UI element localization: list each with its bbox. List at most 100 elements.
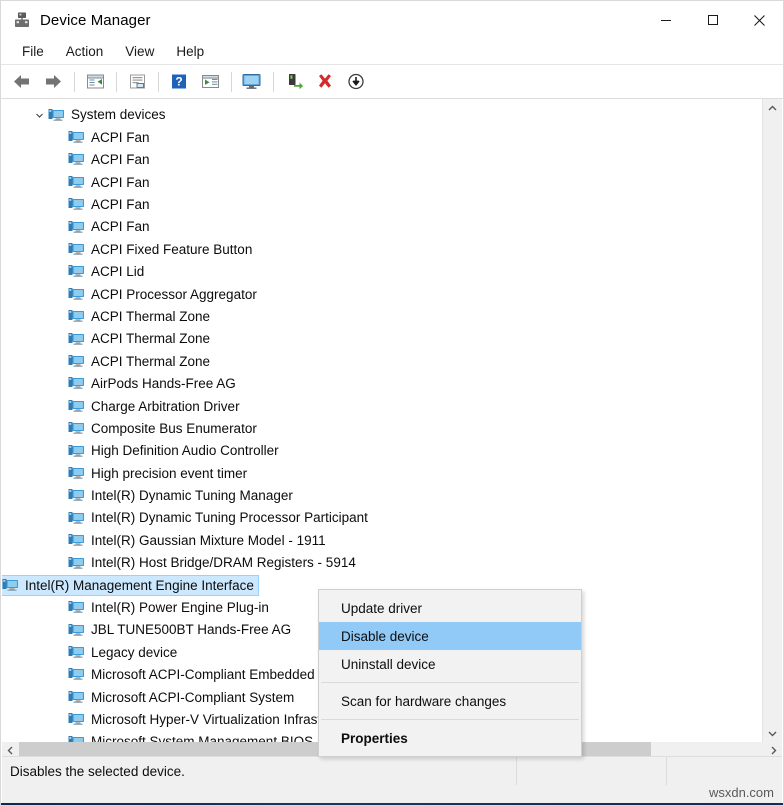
- tree-item-hit[interactable]: ACPI Lid: [2, 262, 148, 281]
- scroll-up-arrow-icon[interactable]: [763, 99, 782, 117]
- vertical-scrollbar[interactable]: [762, 99, 782, 742]
- tree-item-hit[interactable]: ACPI Fan: [2, 218, 154, 237]
- tree-item-hit[interactable]: ACPI Fan: [2, 150, 154, 169]
- tree-item-label: Legacy device: [91, 644, 178, 660]
- menu-action[interactable]: Action: [55, 41, 115, 63]
- tree-item[interactable]: ACPI Fixed Feature Button: [2, 238, 762, 260]
- tree-item-hit[interactable]: ACPI Thermal Zone: [2, 307, 214, 326]
- tree-item-label: Intel(R) Dynamic Tuning Manager: [91, 488, 293, 504]
- device-icon: [68, 466, 84, 479]
- tree-item[interactable]: ACPI Fan: [2, 171, 762, 193]
- tree-item[interactable]: AirPods Hands-Free AG: [2, 373, 762, 395]
- tree-item-hit[interactable]: Intel(R) Dynamic Tuning Processor Partic…: [2, 509, 372, 528]
- tree-item-hit[interactable]: ACPI Thermal Zone: [2, 352, 214, 371]
- tree-item[interactable]: Charge Arbitration Driver: [2, 395, 762, 417]
- tree-item[interactable]: Intel(R) Host Bridge/DRAM Registers - 59…: [2, 552, 762, 574]
- device-icon: [68, 422, 84, 434]
- tree-item[interactable]: ACPI Fan: [2, 126, 762, 148]
- tree-item-label: ACPI Thermal Zone: [91, 353, 211, 369]
- scroll-down-arrow-icon[interactable]: [763, 724, 782, 742]
- tree-item-hit[interactable]: ACPI Fan: [2, 128, 154, 147]
- device-icon: [68, 735, 84, 742]
- maximize-button[interactable]: [689, 1, 736, 39]
- tree-item[interactable]: ACPI Thermal Zone: [2, 328, 762, 350]
- tree-item[interactable]: High Definition Audio Controller: [2, 440, 762, 462]
- context-menu-item[interactable]: Update driver: [319, 594, 581, 622]
- tree-item[interactable]: ACPI Thermal Zone: [2, 350, 762, 372]
- menu-file[interactable]: File: [11, 41, 55, 63]
- minimize-button[interactable]: [642, 1, 689, 39]
- tree-item-hit[interactable]: ACPI Processor Aggregator: [2, 285, 261, 304]
- device-icon: [68, 511, 84, 524]
- tree-item-label: ACPI Thermal Zone: [91, 331, 211, 347]
- properties-icon[interactable]: [122, 69, 152, 95]
- tree-item-hit[interactable]: Legacy device: [2, 643, 181, 662]
- tree-item-hit[interactable]: Intel(R) Host Bridge/DRAM Registers - 59…: [2, 554, 360, 573]
- tree-item-hit[interactable]: ACPI Fan: [2, 195, 154, 214]
- device-icon: [48, 108, 64, 121]
- tree-item[interactable]: Composite Bus Enumerator: [2, 417, 762, 439]
- tree-item-hit[interactable]: High Definition Audio Controller: [2, 442, 283, 461]
- tree-item-hit[interactable]: Intel(R) Power Engine Plug-in: [2, 598, 273, 617]
- scan-for-hardware-changes-icon[interactable]: [237, 69, 267, 95]
- context-menu-item[interactable]: Uninstall device: [319, 650, 581, 678]
- device-icon: [68, 646, 84, 658]
- back-icon[interactable]: [7, 69, 37, 95]
- tree-item-hit[interactable]: JBL TUNE500BT Hands-Free AG: [2, 621, 295, 640]
- disable-device-icon[interactable]: [341, 69, 371, 95]
- tree-item[interactable]: Intel(R) Dynamic Tuning Manager: [2, 485, 762, 507]
- menu-view[interactable]: View: [114, 41, 165, 63]
- tree-item-hit[interactable]: High precision event timer: [2, 464, 251, 483]
- context-menu-item[interactable]: Properties: [319, 724, 581, 752]
- menu-help[interactable]: Help: [165, 41, 215, 63]
- context-menu-item[interactable]: Disable device: [319, 622, 581, 650]
- window-bottom-edge: [1, 803, 783, 805]
- tree-item-label: Microsoft System Management BIOS Driver: [91, 734, 353, 742]
- context-menu-item[interactable]: Scan for hardware changes: [319, 687, 581, 715]
- device-icon: [68, 623, 84, 636]
- tree-root-node[interactable]: System devices: [2, 104, 762, 126]
- status-cell-2: [517, 757, 667, 785]
- tree-item-hit[interactable]: Composite Bus Enumerator: [2, 419, 261, 438]
- help-icon[interactable]: ?: [164, 69, 194, 95]
- tree-item-hit[interactable]: Charge Arbitration Driver: [2, 397, 244, 416]
- tree-item[interactable]: Intel(R) Dynamic Tuning Processor Partic…: [2, 507, 762, 529]
- close-button[interactable]: [736, 1, 783, 39]
- tree-item-label: Intel(R) Power Engine Plug-in: [91, 600, 269, 616]
- tree-item[interactable]: High precision event timer: [2, 462, 762, 484]
- tree-item-label: ACPI Thermal Zone: [91, 308, 211, 324]
- tree-item-hit[interactable]: Intel(R) Dynamic Tuning Manager: [2, 486, 297, 505]
- tree-item-label: ACPI Fixed Feature Button: [91, 241, 253, 257]
- status-bar: Disables the selected device. wsxdn.com: [2, 756, 782, 804]
- update-driver-icon[interactable]: [195, 69, 225, 95]
- tree-item-hit[interactable]: ACPI Fixed Feature Button: [2, 240, 256, 259]
- device-icon: [68, 153, 84, 166]
- device-icon: [68, 243, 84, 255]
- tree-item-hit[interactable]: ACPI Thermal Zone: [2, 330, 214, 349]
- device-icon: [68, 175, 84, 188]
- tree-item-hit[interactable]: Intel(R) Gaussian Mixture Model - 1911: [2, 531, 330, 550]
- tree-item[interactable]: ACPI Fan: [2, 216, 762, 238]
- forward-icon[interactable]: [38, 69, 68, 95]
- tree-item-label: Composite Bus Enumerator: [91, 420, 257, 436]
- tree-item[interactable]: ACPI Fan: [2, 194, 762, 216]
- device-icon: [68, 310, 84, 323]
- show-hide-console-tree-icon[interactable]: [80, 69, 110, 95]
- tree-item-hit[interactable]: Microsoft ACPI-Compliant System: [2, 688, 298, 707]
- tree-item[interactable]: Intel(R) Gaussian Mixture Model - 1911: [2, 529, 762, 551]
- tree-item-hit[interactable]: AirPods Hands-Free AG: [2, 374, 240, 393]
- tree-item-label: ACPI Fan: [91, 152, 150, 168]
- tree-item[interactable]: ACPI Fan: [2, 149, 762, 171]
- tree-item-label: AirPods Hands-Free AG: [91, 376, 236, 392]
- tree-item[interactable]: ACPI Processor Aggregator: [2, 283, 762, 305]
- chevron-down-icon[interactable]: [32, 111, 46, 120]
- tree-item-hit[interactable]: Microsoft System Management BIOS Driver: [2, 733, 357, 742]
- tree-item[interactable]: ACPI Thermal Zone: [2, 306, 762, 328]
- enable-device-icon[interactable]: [279, 69, 309, 95]
- uninstall-device-icon[interactable]: [310, 69, 340, 95]
- device-icon: [68, 220, 84, 233]
- context-menu[interactable]: Update driver Disable device Uninstall dev…: [318, 589, 582, 757]
- tree-item[interactable]: ACPI Lid: [2, 261, 762, 283]
- tree-item-hit[interactable]: Intel(R) Management Engine Interface: [2, 574, 259, 596]
- tree-item-hit[interactable]: ACPI Fan: [2, 173, 154, 192]
